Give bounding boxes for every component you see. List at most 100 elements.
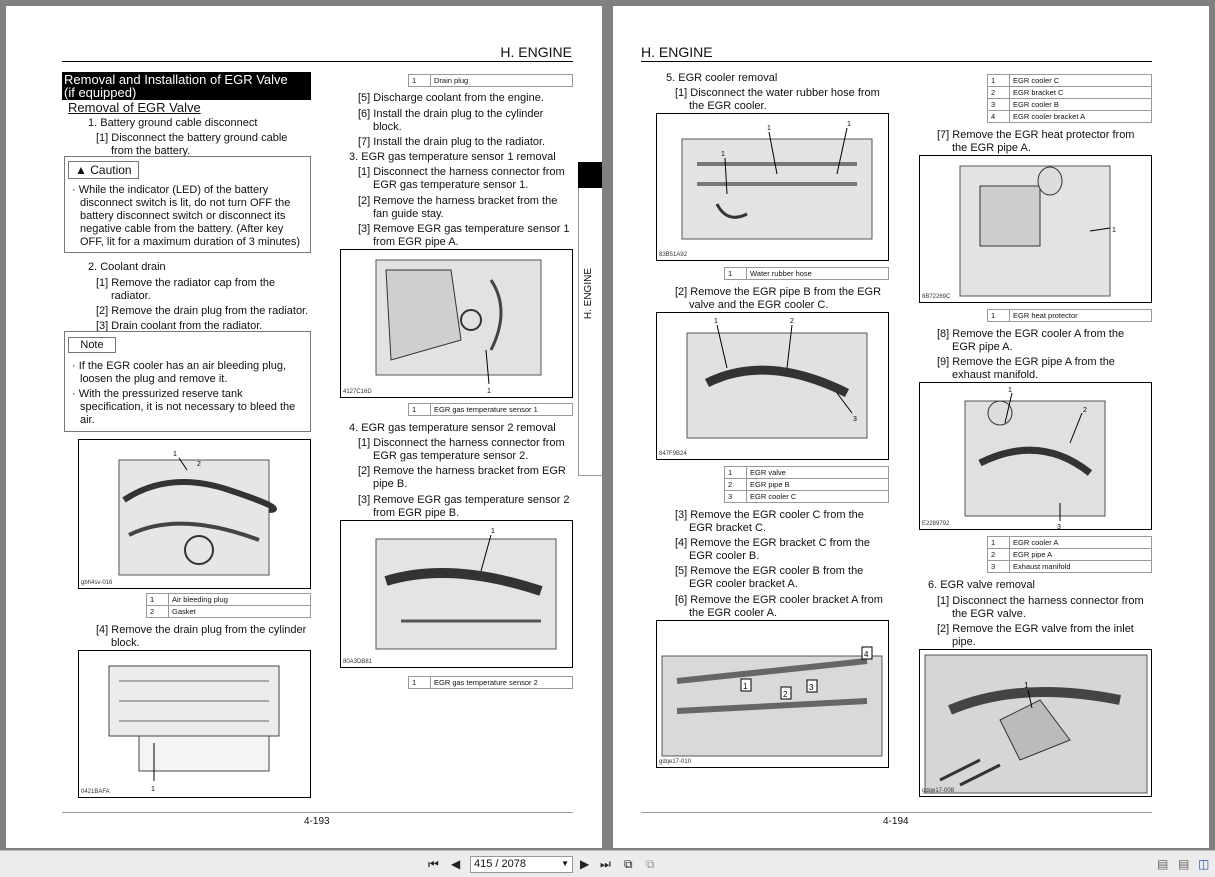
legend-table: 1 EGR valve 2 EGR pipe B 3 EGR cooler C	[724, 466, 889, 503]
engine-illustration: 1	[959, 165, 1116, 297]
engine-illustration: 1 2 3 4	[661, 646, 883, 757]
step-text: [1] Disconnect the harness connector fro…	[937, 595, 1144, 607]
figure-code: E2289792	[922, 521, 950, 527]
svg-text:1: 1	[151, 786, 155, 793]
step-text: [1] Disconnect the harness connector fro…	[358, 166, 565, 178]
caution-text: · While the indicator (LED) of the batte…	[72, 184, 269, 196]
figure-code: gbh4sv-016	[81, 580, 113, 586]
legend-table: 1 Air bleeding plug 2 Gasket	[146, 593, 311, 618]
chevron-down-icon[interactable]: ▼	[561, 859, 569, 868]
caution-text: disconnect switch is lit, do not turn OF…	[80, 197, 291, 209]
step-text: valve and the EGR cooler C.	[689, 299, 829, 311]
step-text: [5] Remove the EGR cooler B from the	[675, 565, 864, 577]
step-text: [2] Remove the drain plug from the radia…	[96, 305, 309, 317]
svg-text:2: 2	[197, 461, 201, 468]
warning-icon: ▲	[75, 163, 87, 177]
svg-text:1: 1	[767, 125, 771, 132]
header-rule	[641, 61, 1152, 62]
step-text: [7] Remove the EGR heat protector from	[937, 129, 1135, 141]
svg-text:3: 3	[853, 416, 857, 423]
page-number: 4-193	[304, 816, 330, 827]
step-text: exhaust manifold.	[952, 369, 1039, 381]
svg-text:4: 4	[864, 650, 869, 659]
right-pdf-page: H. ENGINE 5. EGR cooler removal [1] Disc…	[613, 6, 1209, 848]
engine-illustration: 1	[108, 665, 280, 793]
svg-text:1: 1	[1024, 681, 1029, 690]
step-text: from EGR pipe A.	[373, 236, 459, 248]
figure-code: gdqe17-008	[922, 788, 955, 794]
step-3: 3. EGR gas temperature sensor 1 removal	[349, 151, 556, 163]
forward-view-icon[interactable]: ⧉	[646, 857, 655, 872]
footer-rule	[62, 812, 573, 813]
figure-code: 8B72269C	[922, 294, 951, 300]
note-text: air.	[80, 414, 95, 426]
legend-table: 1 EGR cooler C 2 EGR bracket C 3 EGR cooler…	[987, 74, 1152, 123]
step-text: pipe.	[952, 636, 976, 648]
step-text: EGR gas temperature sensor 2.	[373, 450, 529, 462]
first-page-icon[interactable]: ⏮	[428, 857, 439, 872]
single-page-icon[interactable]: ▤	[1157, 857, 1168, 871]
step-text: [2] Remove the harness bracket from EGR	[358, 465, 566, 477]
two-page-icon[interactable]: ◫	[1198, 857, 1209, 871]
left-pdf-page: H. ENGINE Removal and Installation of EG…	[6, 6, 602, 848]
figure-egr-heat-protector: 1 8B72269C	[919, 155, 1152, 303]
svg-text:2: 2	[1083, 407, 1087, 414]
caution-text: negative cable from the battery. (After …	[80, 223, 284, 235]
caution-text: OFF, lit for a maximum duration of 3 min…	[80, 236, 301, 248]
page-number-input[interactable]: 415 / 2078 ▼	[470, 856, 573, 873]
back-view-icon[interactable]: ⧉	[624, 857, 633, 872]
step-text: [6] Install the drain plug to the cylind…	[358, 108, 544, 120]
note-text: loosen the plug and remove it.	[80, 373, 228, 385]
figure-water-rubber-hose: 1 1 1 83B51A92	[656, 113, 889, 261]
next-page-icon[interactable]: ▶	[580, 857, 589, 871]
section-title: Removal and Installation of EGR Valve (i…	[62, 72, 311, 100]
page-number: 4-194	[883, 816, 909, 827]
caution-label: ▲ Caution	[68, 161, 139, 179]
engine-illustration: 1 2	[118, 451, 277, 576]
figure-code: 80A3DB81	[343, 659, 373, 665]
svg-text:1: 1	[1112, 227, 1116, 234]
legend-table: 1 EGR heat protector	[987, 309, 1152, 322]
subsection-title: Removal of EGR Valve	[68, 100, 201, 115]
prev-page-icon[interactable]: ◀	[451, 857, 460, 871]
step-5: 5. EGR cooler removal	[666, 72, 778, 84]
step-text: [9] Remove the EGR pipe A from the	[937, 356, 1115, 368]
figure-egr-cooler-a: 1 2 3 E2289792	[919, 382, 1152, 530]
figure-code: 0421BAFA	[81, 789, 110, 795]
note-text: specification, it is not necessary to bl…	[80, 401, 296, 413]
step-1: 1. Battery ground cable disconnect	[88, 117, 258, 129]
step-text: EGR bracket C.	[689, 522, 767, 534]
last-page-icon[interactable]: ⏭	[600, 857, 611, 872]
step-text: [2] Remove the EGR pipe B from the EGR	[675, 286, 882, 298]
engine-illustration: 1	[924, 654, 1148, 794]
step-text: [5] Discharge coolant from the engine.	[358, 92, 544, 104]
step-text: fan guide stay.	[373, 208, 444, 220]
step-4: 4. EGR gas temperature sensor 2 removal	[349, 422, 556, 434]
step-text: [8] Remove the EGR cooler A from the	[937, 328, 1125, 340]
figure-egr-valve: 1 gdqe17-008	[919, 649, 1152, 797]
svg-text:2: 2	[783, 690, 788, 699]
svg-text:1: 1	[487, 388, 491, 395]
note-text: · With the pressurized reserve tank	[72, 388, 243, 400]
svg-text:3: 3	[1057, 524, 1061, 530]
step-text: [1] Remove the radiator cap from the	[96, 277, 276, 289]
continuous-icon[interactable]: ▤	[1178, 857, 1189, 871]
svg-text:1: 1	[173, 451, 177, 458]
engine-illustration: 1 2 3	[964, 387, 1106, 530]
svg-text:1: 1	[721, 151, 725, 158]
step-text: [1] Disconnect the harness connector fro…	[358, 437, 565, 449]
note-label: Note	[68, 337, 116, 353]
step-text: EGR gas temperature sensor 1.	[373, 179, 529, 191]
step-text: [4] Remove the EGR bracket C from the	[675, 537, 871, 549]
chapter-tab-label: H. ENGINE	[583, 268, 594, 320]
step-text: block.	[111, 637, 140, 649]
svg-text:2: 2	[790, 318, 794, 325]
svg-text:1: 1	[714, 318, 718, 325]
svg-text:1: 1	[847, 121, 851, 128]
step-text: [3] Remove EGR gas temperature sensor 1	[358, 223, 570, 235]
step-text: EGR cooler bracket A.	[689, 578, 798, 590]
figure-code: 83B51A92	[659, 252, 688, 258]
step-text: the EGR cooler.	[689, 100, 767, 112]
svg-text:1: 1	[491, 528, 495, 535]
step-6: 6. EGR valve removal	[928, 579, 1035, 591]
